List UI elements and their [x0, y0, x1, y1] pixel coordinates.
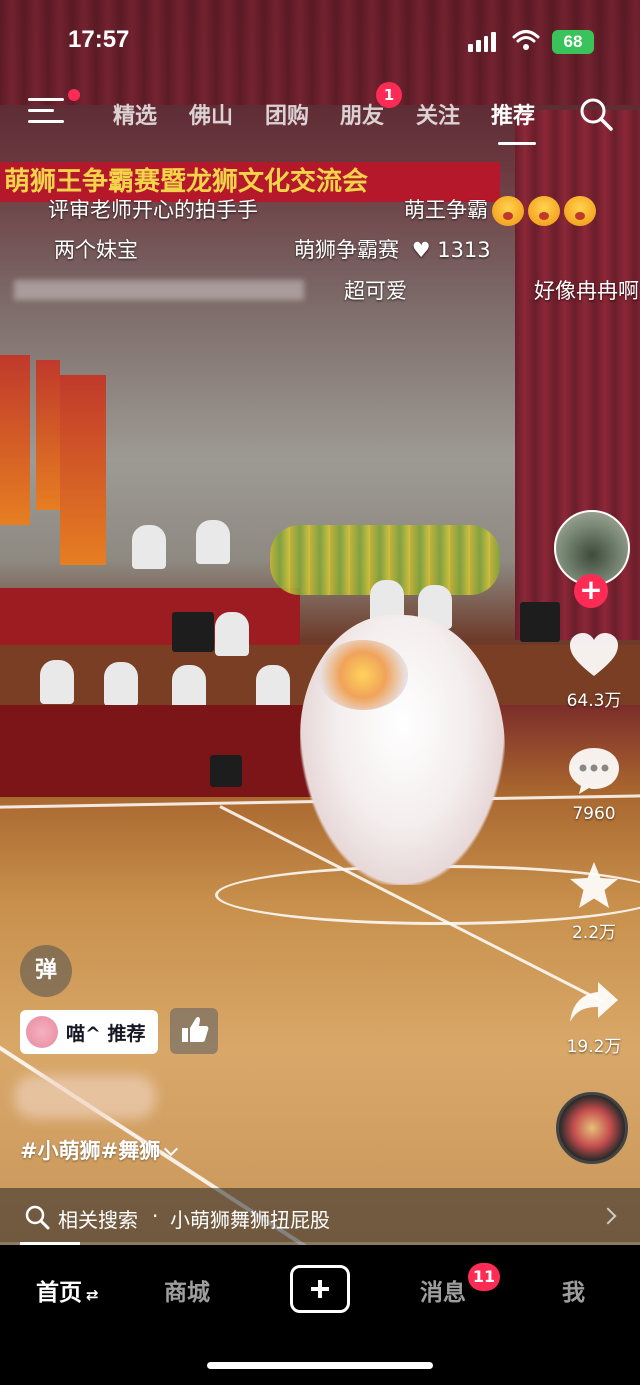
comment-button[interactable]: 7960: [544, 746, 640, 824]
active-tab-indicator: [498, 142, 536, 145]
danmaku-comment: 两个妹宝: [54, 238, 138, 262]
tab-recommended[interactable]: 推荐: [491, 98, 535, 130]
festival-flag: [60, 375, 106, 565]
judges-table: [0, 705, 330, 797]
recommend-tag[interactable]: 喵^ 推荐: [20, 1010, 158, 1054]
recommender-avatar: [26, 1016, 58, 1048]
danmaku-like-count: 1313: [437, 238, 491, 262]
spectator: [215, 612, 249, 656]
like-button[interactable]: 64.3万: [544, 632, 640, 711]
hashtag-text[interactable]: #小萌狮#舞狮: [20, 1139, 160, 1163]
danmaku-text: 萌王争霸: [404, 198, 488, 222]
tab-home[interactable]: 首页 ⇄: [36, 1273, 99, 1307]
create-post-button[interactable]: [290, 1265, 350, 1313]
festival-flag: [0, 355, 30, 525]
spectator: [104, 662, 138, 706]
danmaku-comment: 评审老师开心的拍手手: [48, 198, 258, 222]
tab-foshan[interactable]: 佛山: [189, 98, 233, 130]
share-button[interactable]: 19.2万: [544, 980, 640, 1057]
menu-icon[interactable]: [28, 98, 64, 128]
search-icon: [25, 1205, 50, 1230]
danmaku-comment: 萌狮争霸赛 ♥ 1313: [294, 234, 491, 264]
home-indicator[interactable]: [207, 1362, 433, 1369]
share-icon: [570, 982, 618, 1022]
share-count: 19.2万: [566, 1037, 622, 1057]
related-search-label: 相关搜索: [58, 1208, 138, 1232]
notification-dot: [68, 89, 80, 101]
battery-indicator: 68: [552, 30, 594, 54]
refresh-icon: ⇄: [86, 1286, 99, 1304]
star-icon: [570, 862, 618, 908]
wifi-icon: [512, 30, 540, 50]
danmaku-toggle-button[interactable]: 弹: [20, 945, 72, 997]
festival-flag: [36, 360, 60, 510]
signal-icon: [468, 32, 496, 52]
stage-decoration: [0, 588, 300, 648]
tab-me[interactable]: 我: [562, 1273, 585, 1307]
favorite-count: 2.2万: [571, 923, 617, 943]
top-nav: 精选 佛山 团购 朋友 1 关注 推荐: [0, 82, 640, 146]
spectator: [196, 520, 230, 564]
like-count: 64.3万: [566, 691, 622, 711]
danmaku-comment: 超可爱: [344, 279, 407, 303]
video-player[interactable]: 萌狮王争霸赛暨龙狮文化交流会: [0, 0, 640, 1245]
chevron-right-icon[interactable]: [599, 1207, 617, 1225]
thumbs-up-icon: [182, 1016, 209, 1042]
spectator: [40, 660, 74, 704]
music-disc[interactable]: [556, 1092, 628, 1164]
tab-home-label: 首页: [36, 1280, 82, 1306]
separator: ·: [152, 1204, 159, 1228]
speaker: [210, 755, 242, 787]
related-search-bar[interactable]: 相关搜索 · 小萌狮舞狮扭屁股: [0, 1188, 640, 1245]
search-icon[interactable]: [578, 96, 614, 132]
lion-head: [318, 640, 408, 710]
shocked-emoji-icon: [528, 196, 560, 226]
author-name-blurred[interactable]: [14, 1075, 156, 1119]
chevron-down-icon[interactable]: [164, 1141, 179, 1157]
follow-button[interactable]: +: [574, 574, 608, 608]
comment-count: 7960: [572, 804, 616, 824]
status-time: 17:57: [68, 26, 130, 53]
comment-icon: [569, 748, 619, 794]
danmaku-comment: 萌王争霸: [404, 194, 596, 226]
danmaku-text: 萌狮争霸赛: [294, 238, 399, 262]
tab-mall[interactable]: 商城: [164, 1273, 210, 1307]
messages-badge: 11: [468, 1263, 500, 1291]
status-bar: 17:57 68: [0, 0, 640, 80]
heart-icon: ♥: [411, 238, 431, 262]
danmaku-comment: 好像冉冉啊: [534, 279, 639, 303]
tab-following[interactable]: 关注: [416, 98, 460, 130]
friends-badge: 1: [376, 82, 402, 108]
hashtags[interactable]: #小萌狮#舞狮: [20, 1135, 179, 1165]
shocked-emoji-icon: [564, 196, 596, 226]
spectator: [132, 525, 166, 569]
tab-featured[interactable]: 精选: [113, 98, 157, 130]
heart-icon: [570, 633, 618, 676]
speaker: [172, 612, 214, 652]
recommend-button[interactable]: [170, 1008, 218, 1054]
blurred-danmaku: [14, 280, 304, 300]
tab-group-buy[interactable]: 团购: [265, 98, 309, 130]
shocked-emoji-icon: [492, 196, 524, 226]
recommend-label: 喵^ 推荐: [66, 1022, 146, 1045]
spectator: [256, 665, 290, 709]
tab-friends[interactable]: 朋友: [340, 98, 384, 130]
spectator: [172, 665, 206, 709]
related-search-query[interactable]: 小萌狮舞狮扭屁股: [170, 1204, 330, 1233]
tab-messages[interactable]: 消息: [420, 1273, 466, 1307]
favorite-button[interactable]: 2.2万: [544, 860, 640, 943]
